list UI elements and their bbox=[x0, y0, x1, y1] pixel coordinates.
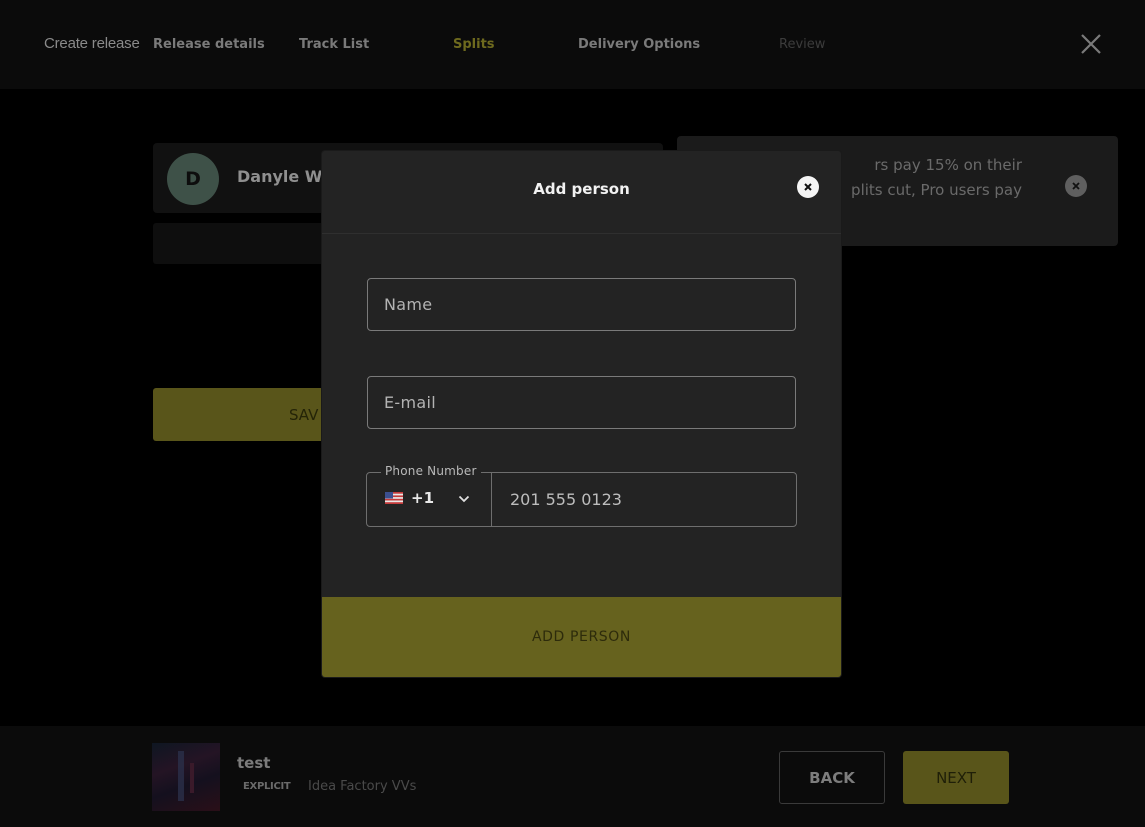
step-track-list[interactable]: Track List bbox=[299, 37, 369, 52]
person-name: Danyle Wi bbox=[237, 167, 328, 186]
step-delivery-options[interactable]: Delivery Options bbox=[578, 37, 700, 52]
phone-number-input[interactable] bbox=[493, 473, 796, 526]
create-release-page: Create release Release details Track Lis… bbox=[0, 0, 1145, 827]
email-field[interactable] bbox=[367, 376, 796, 429]
name-field[interactable] bbox=[367, 278, 796, 331]
email-input[interactable] bbox=[368, 377, 795, 428]
release-footer: test EXPLICIT Idea Factory VVs BACK NEXT bbox=[0, 726, 1145, 827]
country-code-select[interactable]: +1 bbox=[367, 473, 492, 526]
phone-number-field[interactable] bbox=[493, 473, 796, 526]
step-review[interactable]: Review bbox=[779, 37, 825, 52]
step-splits[interactable]: Splits bbox=[453, 37, 495, 52]
add-person-modal: Add person Phone Number + bbox=[322, 151, 841, 677]
back-button[interactable]: BACK bbox=[779, 751, 885, 804]
step-release-details[interactable]: Release details bbox=[153, 37, 265, 52]
page-title: Create release bbox=[44, 35, 140, 52]
dial-code: +1 bbox=[411, 489, 435, 507]
name-input[interactable] bbox=[368, 279, 795, 330]
release-title: test bbox=[237, 754, 271, 772]
modal-close-icon[interactable] bbox=[797, 176, 819, 198]
chevron-down-icon bbox=[458, 495, 470, 503]
modal-title: Add person bbox=[533, 180, 630, 198]
avatar: D bbox=[167, 153, 219, 205]
close-icon[interactable] bbox=[1079, 32, 1103, 56]
explicit-badge: EXPLICIT bbox=[243, 781, 291, 792]
us-flag-icon bbox=[385, 492, 403, 504]
notice-close-icon[interactable] bbox=[1065, 175, 1087, 197]
phone-field: Phone Number +1 bbox=[366, 464, 797, 527]
modal-header: Add person bbox=[322, 151, 841, 234]
cover-art bbox=[152, 743, 220, 811]
top-nav: Create release Release details Track Lis… bbox=[0, 0, 1145, 89]
artist-name: Idea Factory VVs bbox=[308, 779, 417, 794]
add-person-button[interactable]: ADD PERSON bbox=[322, 597, 841, 677]
next-button[interactable]: NEXT bbox=[903, 751, 1009, 804]
